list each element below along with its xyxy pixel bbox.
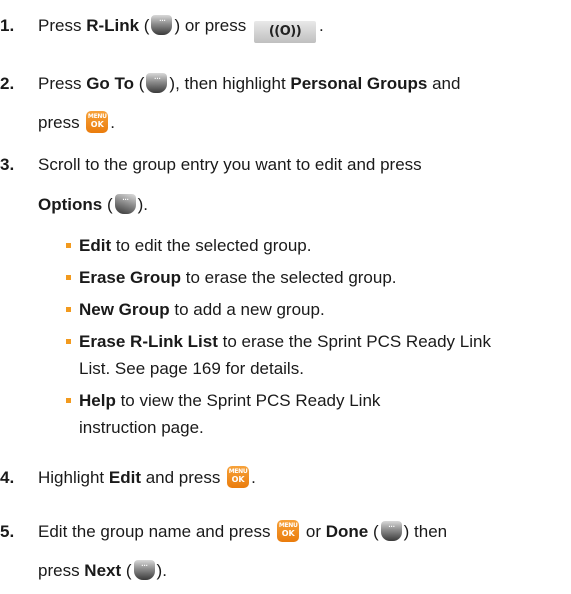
step-text: Press R-Link () or press ((O)). (38, 4, 324, 48)
step-number: 3. (0, 155, 15, 174)
menu-ok-key-icon: MENU OK (227, 466, 250, 488)
bullet-icon (66, 275, 71, 280)
right-softkey-icon (114, 194, 136, 214)
step-number: 2. (0, 74, 15, 93)
menu-ok-key-icon: MENU OK (86, 111, 109, 133)
step-text: Press Go To (), then highlight Personal … (38, 62, 460, 106)
option-item-help-line-2: instruction page. (79, 418, 204, 437)
goto-label: Go To (86, 74, 135, 93)
bullet-icon (66, 243, 71, 248)
option-item-erase-group: Erase Group to erase the selected group. (79, 268, 397, 287)
option-item-help: Help to view the Sprint PCS Ready Link (79, 391, 381, 410)
bullet-icon (66, 307, 71, 312)
step-number: 5. (0, 522, 15, 541)
options-label: Options (38, 195, 103, 214)
menu-ok-key-icon: MENU OK (277, 520, 300, 542)
left-softkey-icon (151, 15, 173, 35)
left-softkey-icon (146, 73, 168, 93)
edit-label: Edit (108, 468, 141, 487)
option-item-erase-rlink-list: Erase R-Link List to erase the Sprint PC… (79, 332, 491, 351)
next-label: Next (84, 561, 122, 580)
left-softkey-icon (380, 521, 402, 541)
step-text: Highlight Edit and press MENU OK. (38, 466, 256, 488)
rlink-key-icon: ((O)) (254, 21, 316, 43)
rlink-label: R-Link (86, 16, 140, 35)
bullet-icon (66, 398, 71, 403)
personal-groups-label: Personal Groups (290, 74, 428, 93)
step-number: 4. (0, 468, 15, 487)
step-text: Scroll to the group entry you want to ed… (38, 155, 422, 174)
step-text: Edit the group name and press MENU OK or … (38, 510, 447, 554)
step-number: 1. (0, 16, 15, 35)
left-softkey-icon (133, 560, 155, 580)
instructions-page: 1. Press R-Link () or press ((O)). 2. Pr… (0, 0, 571, 594)
bullet-icon (66, 339, 71, 344)
option-item-edit: Edit to edit the selected group. (79, 236, 312, 255)
option-item-erase-rlink-list-line-2: List. See page 169 for details. (79, 359, 304, 378)
done-label: Done (325, 522, 369, 541)
option-item-new-group: New Group to add a new group. (79, 300, 325, 319)
